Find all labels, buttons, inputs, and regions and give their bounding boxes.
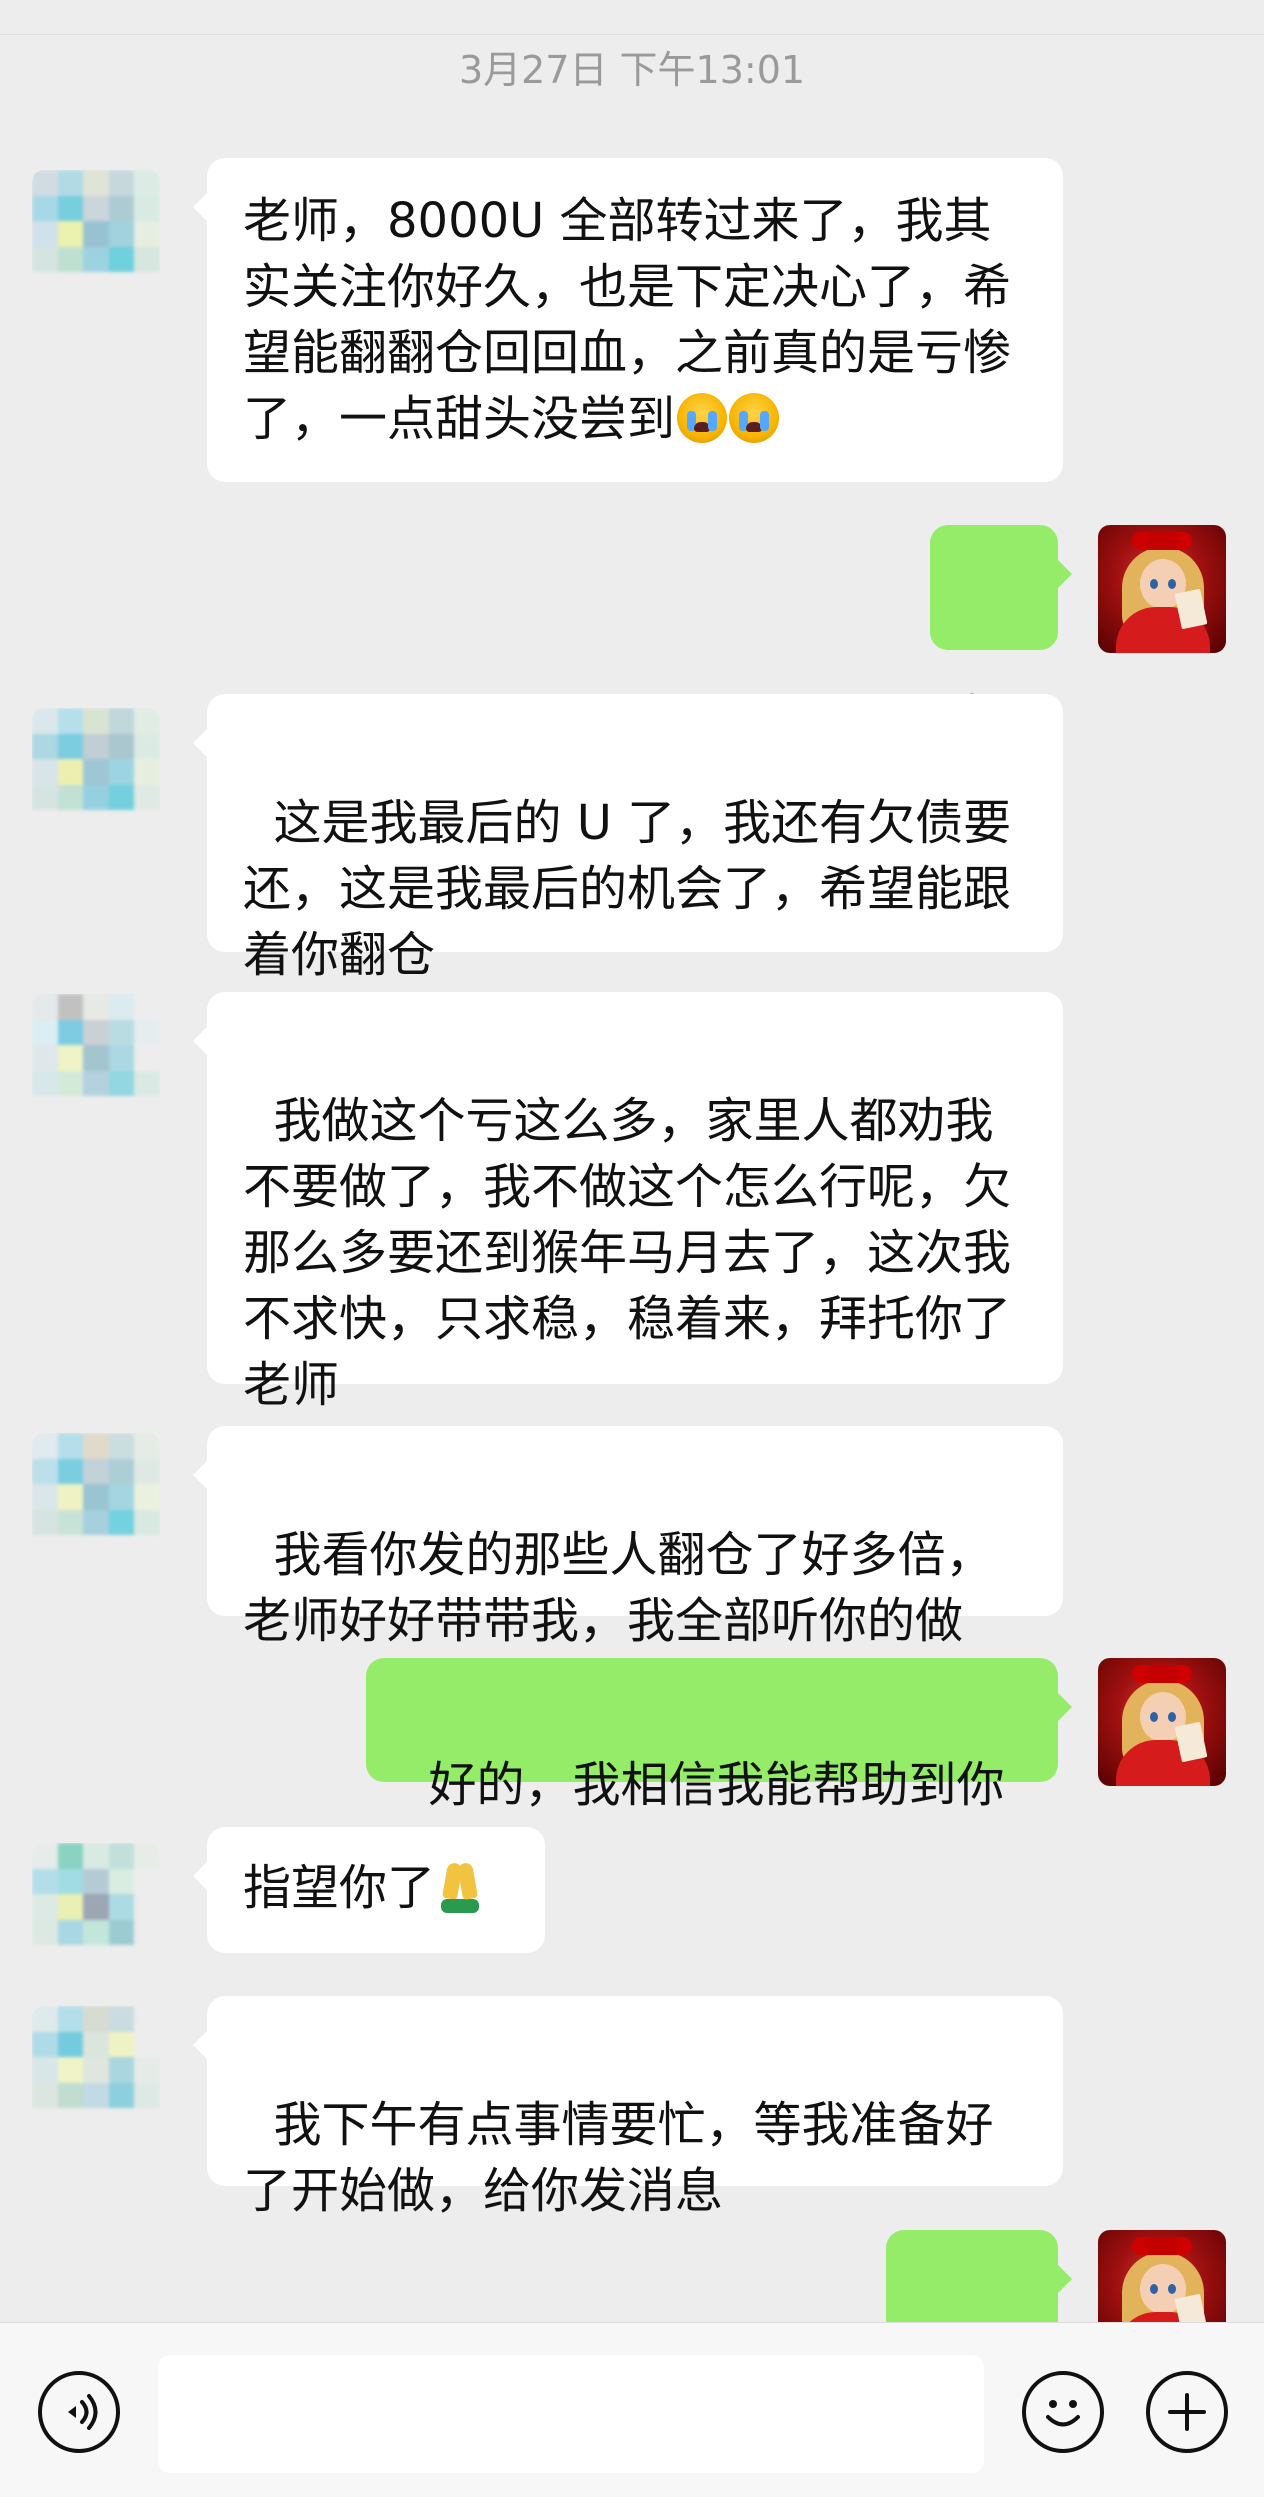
contact-avatar[interactable]: [32, 1433, 160, 1561]
avatar-eye-icon: [1168, 1712, 1176, 1722]
avatar-eye-icon: [1150, 2284, 1158, 2294]
avatar-eye-icon: [1168, 2284, 1176, 2294]
received-message[interactable]: 老师，8000U 全部转过来了，我其实关注你好久，也是下定决心了，希望能翻翻仓回…: [193, 158, 1063, 482]
top-divider: [0, 0, 1264, 35]
pixelated-avatar: [32, 1433, 160, 1561]
received-message[interactable]: 这是我最后的 U 了，我还有欠债要还，这是我最后的机会了，希望能跟着你翻仓: [193, 694, 1063, 983]
contact-avatar[interactable]: [32, 708, 160, 836]
praying-hands-sleeve: [441, 1899, 480, 1913]
crying-emoji: [677, 393, 728, 443]
chat-input-bar: [0, 2322, 1264, 2497]
avatar-bow-icon: [1144, 532, 1180, 550]
sent-message[interactable]: 好: [930, 525, 1072, 746]
user-avatar[interactable]: [1098, 1658, 1226, 1786]
user-avatar-image: [1098, 1658, 1226, 1786]
plus-button[interactable]: [1146, 2371, 1228, 2453]
emoji-icon: [1046, 2400, 1080, 2427]
message-text: 这是我最后的 U 了，我还有欠债要还，这是我最后的机会了，希望能跟着你翻仓: [243, 795, 1012, 983]
message-input[interactable]: [158, 2355, 984, 2473]
received-message[interactable]: 我看你发的那些人翻仓了好多倍，老师好好带带我，我全部听你的做: [193, 1426, 1063, 1649]
emoji-button[interactable]: [1022, 2371, 1104, 2453]
plus-icon: [1168, 2393, 1206, 2431]
user-avatar-image: [1098, 525, 1226, 653]
message-text: 我看你发的那些人翻仓了好多倍，老师好好带带我，我全部听你的做: [243, 1527, 994, 1649]
voice-icon: [68, 2394, 98, 2430]
received-message[interactable]: 我下午有点事情要忙，等我准备好了开始做，给你发消息: [193, 1996, 1063, 2219]
received-message[interactable]: 指望你了: [193, 1827, 545, 1953]
message-text: 我做这个亏这么多，家里人都劝我不要做了，我不做这个怎么行呢，欠那么多要还到猴年马…: [243, 1093, 1012, 1413]
user-avatar[interactable]: [1098, 525, 1226, 653]
crying-emoji: [729, 393, 780, 443]
crying-emoji-mouth: [694, 422, 711, 432]
avatar-eye-icon: [1150, 579, 1158, 589]
received-message[interactable]: 我做这个亏这么多，家里人都劝我不要做了，我不做这个怎么行呢，欠那么多要还到猴年马…: [193, 992, 1063, 1413]
contact-avatar[interactable]: [32, 170, 160, 298]
message-text: 好的，我相信我能帮助到你: [428, 1757, 1005, 1813]
message-text: 老师，8000U 全部转过来了，我其实关注你好久，也是下定决心了，希望能翻翻仓回…: [243, 193, 1012, 447]
praying-hands-emoji: [437, 1861, 483, 1913]
chat-timestamp: 3月27日 下午13:01: [458, 48, 806, 92]
sent-message[interactable]: 好的，我相信我能帮助到你: [366, 1658, 1072, 1813]
avatar-eye-icon: [1168, 579, 1176, 589]
pixelated-avatar: [32, 170, 160, 298]
voice-button[interactable]: [38, 2371, 120, 2453]
message-text: 指望你了: [243, 1860, 436, 1916]
contact-avatar[interactable]: [32, 994, 160, 1122]
pixelated-avatar: [32, 994, 160, 1122]
message-text: 我下午有点事情要忙，等我准备好了开始做，给你发消息: [243, 2097, 994, 2219]
avatar-bow-icon: [1144, 2237, 1180, 2255]
contact-avatar[interactable]: [32, 1843, 160, 1971]
pixelated-avatar: [32, 708, 160, 836]
avatar-bow-icon: [1144, 1665, 1180, 1683]
pixelated-avatar: [32, 1843, 160, 1971]
pixelated-avatar: [32, 2006, 160, 2134]
crying-emoji-mouth: [746, 422, 763, 432]
contact-avatar[interactable]: [32, 2006, 160, 2134]
avatar-eye-icon: [1150, 1712, 1158, 1722]
